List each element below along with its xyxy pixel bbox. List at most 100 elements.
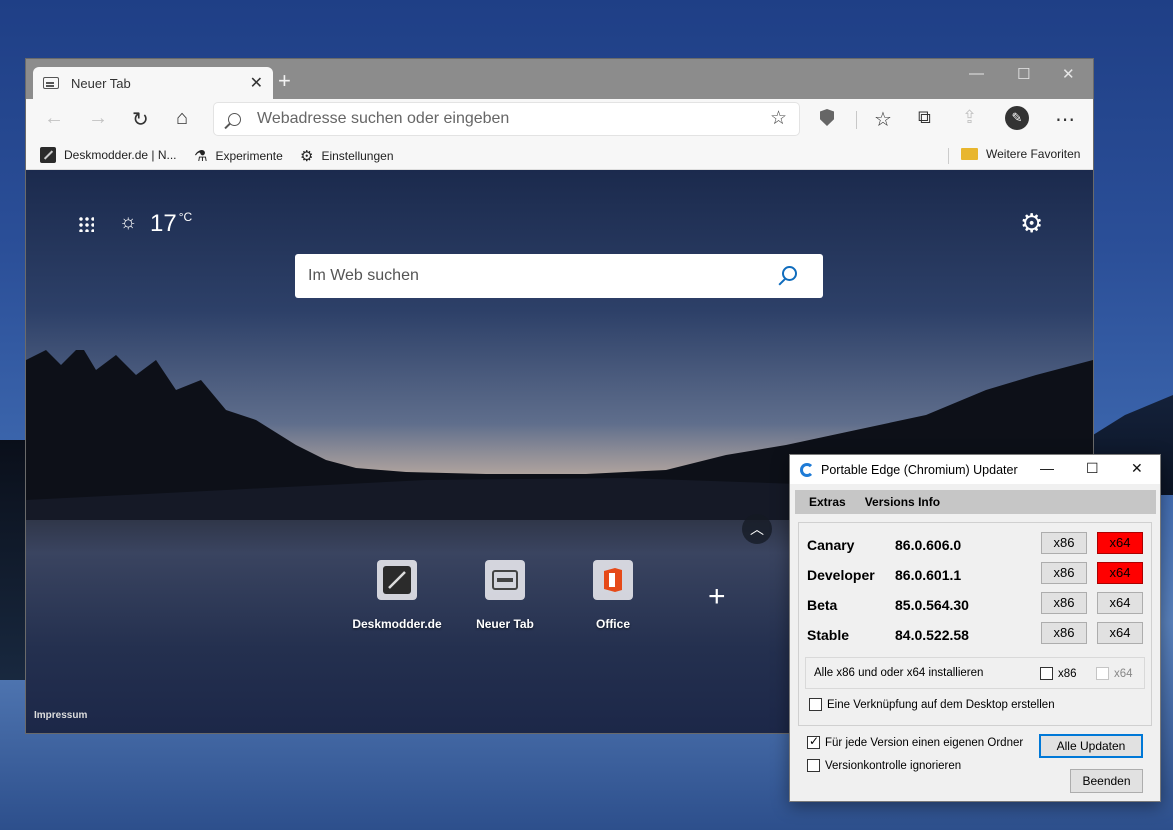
install-all-x64-checkbox[interactable] [1096, 667, 1109, 681]
web-search-input[interactable] [308, 267, 748, 285]
share-icon[interactable]: ⇪ [962, 107, 977, 128]
weather-temperature[interactable]: 17 °C [150, 210, 192, 238]
checkbox-label: Für jede Version einen eigenen Ordner [825, 736, 1024, 749]
page-settings-gear-icon[interactable]: ⚙ [1020, 208, 1043, 239]
checkbox-label: Versionkontrolle ignorieren [825, 759, 962, 772]
version-name: Beta [807, 597, 838, 613]
install-x86-button[interactable]: x86 [1041, 622, 1087, 644]
maximize-button[interactable]: ☐ [1017, 65, 1030, 83]
close-window-button[interactable]: ✕ [1062, 65, 1075, 83]
quick-link-neuer-tab[interactable]: Neuer Tab [455, 560, 555, 631]
other-favorites-label: Weitere Favoriten [986, 147, 1081, 161]
add-favorite-star-icon[interactable]: ☆ [770, 107, 787, 130]
version-name: Canary [807, 537, 855, 553]
favorite-einstellungen[interactable]: ⚙ Einstellungen [300, 147, 394, 165]
version-row-canary: Canary 86.0.606.0 x86 x64 [807, 532, 1147, 556]
profile-avatar[interactable]: ✎ [1005, 106, 1029, 130]
install-x64-button[interactable]: x64 [1097, 532, 1143, 554]
flask-icon: ⚗ [194, 148, 208, 165]
more-menu-icon[interactable]: ⋯ [1055, 107, 1075, 132]
weather-sun-icon: ☼ [119, 211, 138, 233]
install-x64-button[interactable]: x64 [1097, 592, 1143, 614]
install-all-x64-option[interactable]: x64 [1096, 666, 1133, 681]
impressum-link[interactable]: Impressum [34, 710, 87, 721]
version-number: 86.0.606.0 [895, 537, 962, 553]
quick-link-deskmodder[interactable]: Deskmodder.de [347, 560, 447, 631]
chevron-up-icon[interactable]: ︿ [742, 514, 772, 544]
menu-extras[interactable]: Extras [809, 495, 846, 509]
checkbox-label: x86 [1058, 667, 1077, 680]
quick-link-label: Neuer Tab [476, 617, 534, 631]
ignore-version-option[interactable]: Versionkontrolle ignorieren [807, 758, 962, 773]
favorite-label: Experimente [215, 149, 283, 163]
version-number: 86.0.601.1 [895, 567, 962, 583]
favorite-experimente[interactable]: ⚗ Experimente [194, 147, 283, 165]
back-icon[interactable]: ← [44, 107, 64, 130]
refresh-icon[interactable]: ↻ [132, 107, 149, 132]
forward-icon[interactable]: → [88, 107, 108, 130]
desktop-shortcut-option[interactable]: Eine Verknüpfung auf dem Desktop erstell… [809, 697, 1055, 712]
install-x86-button[interactable]: x86 [1041, 532, 1087, 554]
quick-link-label: Office [595, 617, 630, 631]
install-x86-button[interactable]: x86 [1041, 562, 1087, 584]
close-tab-icon[interactable]: ✕ [250, 73, 263, 93]
updater-dialog: Portable Edge (Chromium) Updater — ☐ ✕ E… [789, 454, 1161, 802]
favorite-label: Einstellungen [321, 149, 394, 163]
search-icon[interactable] [782, 266, 797, 281]
desktop-shortcut-checkbox[interactable] [809, 698, 822, 712]
install-all-x86-checkbox[interactable] [1040, 667, 1053, 681]
office-icon [593, 560, 633, 600]
minimize-button[interactable]: — [969, 65, 984, 82]
favorite-label: Deskmodder.de | N... [64, 148, 177, 162]
maximize-button[interactable]: ☐ [1086, 460, 1099, 477]
toolbar-separator [856, 111, 857, 129]
version-row-beta: Beta 85.0.564.30 x86 x64 [807, 592, 1147, 616]
own-folder-checkbox[interactable] [807, 734, 820, 750]
install-x64-button[interactable]: x64 [1097, 622, 1143, 644]
folder-icon [961, 148, 978, 160]
quick-link-office[interactable]: Office [563, 560, 663, 631]
web-search-box[interactable] [295, 254, 823, 298]
favorites-icon[interactable]: ☆ [874, 107, 892, 132]
checkbox-label: Eine Verknüpfung auf dem Desktop erstell… [827, 698, 1055, 711]
quick-link-label: Deskmodder.de [352, 617, 442, 631]
apps-grid-icon[interactable] [78, 216, 94, 232]
new-tab-button[interactable]: + [278, 68, 291, 94]
tab-new-tab[interactable]: Neuer Tab ✕ [33, 67, 273, 99]
install-x86-button[interactable]: x86 [1041, 592, 1087, 614]
version-row-developer: Developer 86.0.601.1 x86 x64 [807, 562, 1147, 586]
minimize-button[interactable]: — [1040, 460, 1054, 476]
versions-panel: Canary 86.0.606.0 x86 x64 Developer 86.0… [798, 522, 1152, 726]
favorites-separator [948, 148, 949, 164]
address-bar[interactable]: ☆ [214, 103, 799, 135]
version-name: Developer [807, 567, 875, 583]
menu-versions-info[interactable]: Versions Info [865, 495, 940, 509]
update-all-button[interactable]: Alle Updaten [1039, 734, 1143, 758]
quit-button[interactable]: Beenden [1070, 769, 1143, 793]
version-number: 84.0.522.58 [895, 627, 969, 643]
own-folder-option[interactable]: Für jede Version einen eigenen Ordner [807, 734, 1024, 750]
collections-icon[interactable]: ⧉ [918, 107, 931, 128]
ublock-origin-extension-icon[interactable] [820, 109, 834, 126]
deskmodder-favicon [40, 147, 56, 163]
version-row-stable: Stable 84.0.522.58 x86 x64 [807, 622, 1147, 646]
browser-titlebar: Neuer Tab ✕ + — ☐ ✕ [26, 59, 1093, 99]
new-tab-page-icon [43, 77, 59, 89]
close-button[interactable]: ✕ [1131, 460, 1143, 477]
favorite-deskmodder[interactable]: Deskmodder.de | N... [40, 147, 177, 163]
install-all-x86-option[interactable]: x86 [1040, 666, 1077, 681]
install-all-label: Alle x86 und oder x64 installieren [814, 667, 984, 679]
install-x64-button[interactable]: x64 [1097, 562, 1143, 584]
home-icon[interactable]: ⌂ [176, 107, 188, 130]
other-favorites-folder[interactable]: Weitere Favoriten [961, 147, 1080, 161]
address-input[interactable] [257, 110, 737, 128]
updater-app-icon [800, 462, 814, 477]
tab-title: Neuer Tab [71, 75, 131, 91]
checkbox-label: x64 [1114, 667, 1133, 680]
dialog-title: Portable Edge (Chromium) Updater [821, 462, 1018, 477]
add-quick-link-icon[interactable]: + [708, 580, 726, 614]
ignore-version-checkbox[interactable] [807, 759, 820, 773]
favorites-bar: Deskmodder.de | N... ⚗ Experimente ⚙ Ein… [26, 139, 1093, 170]
version-number: 85.0.564.30 [895, 597, 969, 613]
dialog-menubar: Extras Versions Info [795, 490, 1156, 514]
